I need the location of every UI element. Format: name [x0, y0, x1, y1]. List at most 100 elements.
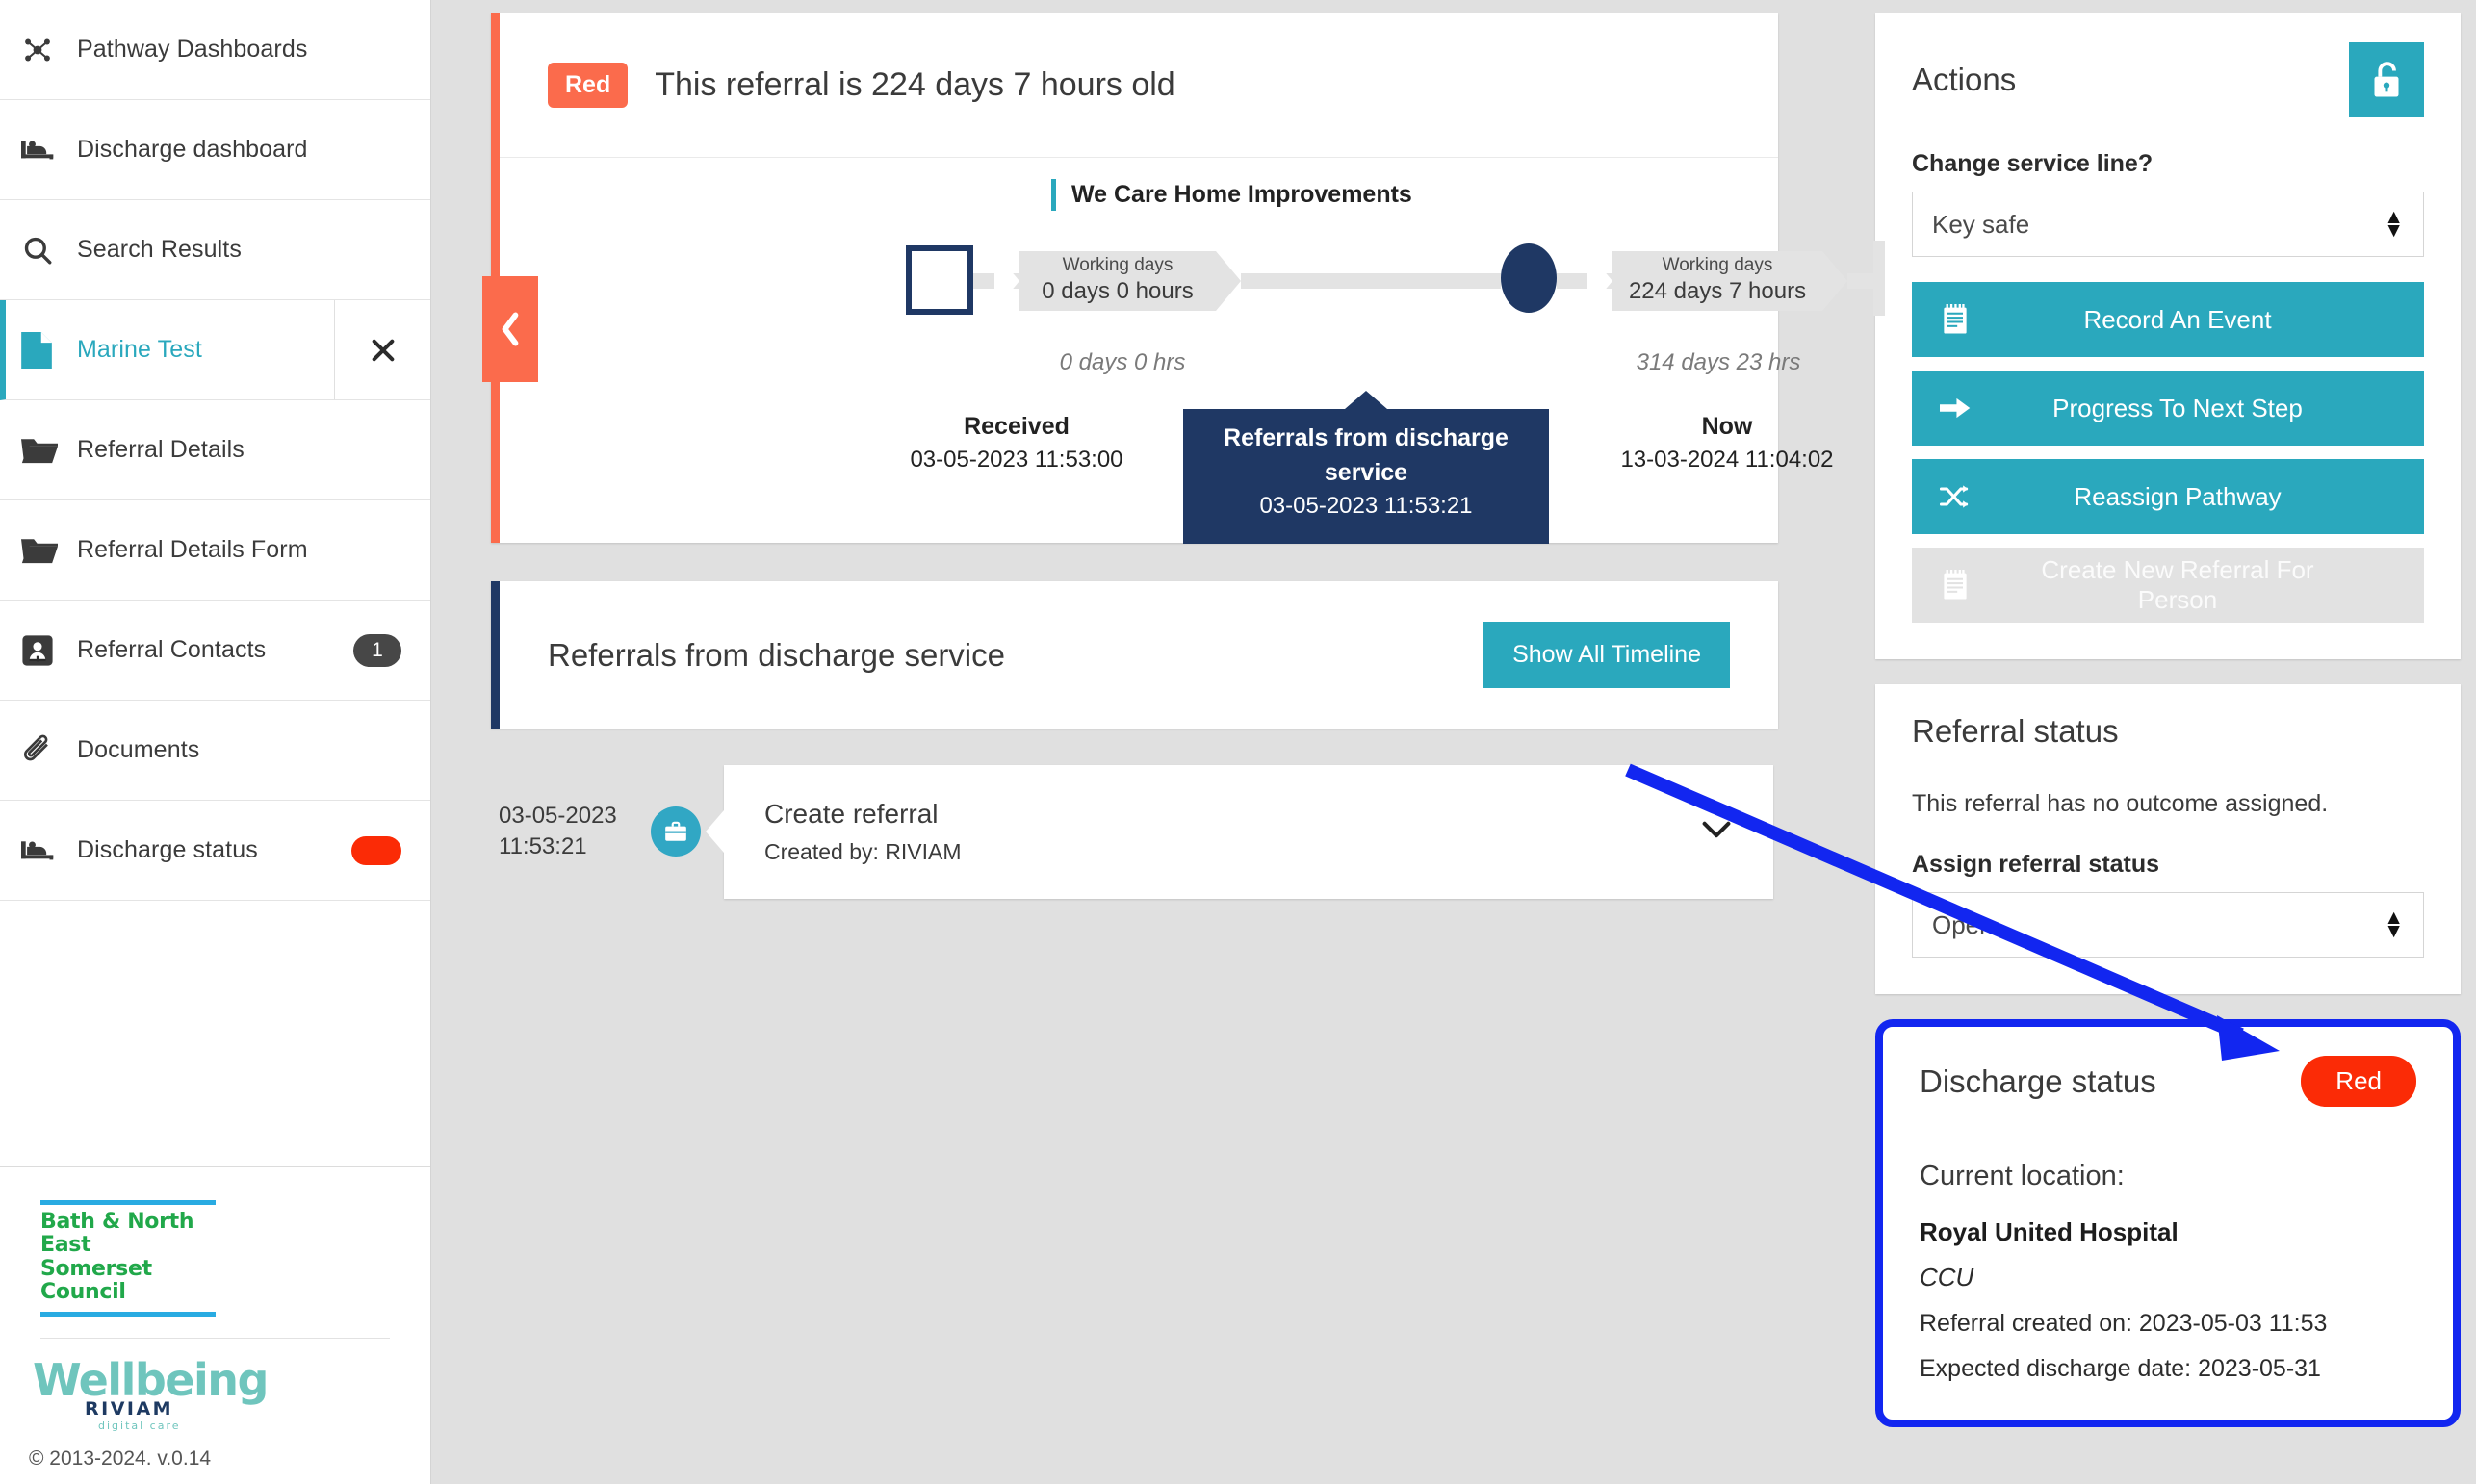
referral-timeline-card: Red This referral is 224 days 7 hours ol…: [491, 13, 1778, 543]
collapse-sidebar-handle[interactable]: [482, 276, 538, 382]
sidebar-nav: Pathway Dashboards Discharge dashboard: [0, 0, 430, 901]
referral-outcome-text: This referral has no outcome assigned.: [1912, 790, 2424, 818]
timeline-step-caption: Working days: [1063, 255, 1174, 277]
actions-panel-inner: Actions Change service line? Ke: [1875, 13, 2461, 659]
event-content: Create referral Created by: RIVIAM: [764, 794, 962, 870]
sidebar-item-referral-details-form[interactable]: Referral Details Form: [0, 500, 430, 601]
unlock-icon[interactable]: [2349, 42, 2424, 117]
show-all-timeline-button[interactable]: Show All Timeline: [1483, 622, 1730, 688]
search-icon: [21, 234, 77, 267]
discharge-status-title: Discharge status: [1920, 1063, 2156, 1100]
sidebar-item-discharge-dashboard[interactable]: Discharge dashboard: [0, 100, 430, 200]
timeline-graphic: Working days 0 days 0 hours Working days…: [500, 245, 1778, 534]
timeline-step-2: Working days 224 days 7 hours: [1612, 251, 1822, 311]
status-badge: Red: [548, 63, 628, 108]
sidebar: Pathway Dashboards Discharge dashboard: [0, 0, 431, 1484]
event-title: Create referral: [764, 794, 962, 834]
timeline-end-marker: [1873, 241, 1885, 316]
milestone-title: Now: [1568, 409, 1886, 444]
change-service-line-select[interactable]: Key safe ▲▼: [1912, 192, 2424, 257]
sidebar-spacer: [0, 901, 430, 1167]
referral-status-inner: Referral status This referral has no out…: [1875, 684, 2461, 994]
timeline-step-value: 224 days 7 hours: [1629, 277, 1806, 306]
shuffle-icon: [1912, 483, 1999, 510]
assign-referral-status-select[interactable]: Open ▲▼: [1912, 892, 2424, 958]
chevron-down-icon[interactable]: [1700, 818, 1733, 846]
sidebar-item-label: Discharge status: [77, 836, 258, 864]
timeline-current-marker: [1501, 243, 1557, 313]
wellbeing-riviam-logo: Wellbeing RIVIAM digital care: [33, 1358, 430, 1432]
bnes-logo-line-1: Bath & North East: [40, 1211, 216, 1258]
sidebar-item-marine-test-row: Marine Test: [0, 300, 430, 400]
current-location-label: Current location:: [1920, 1161, 2416, 1192]
action-button-label: Create New Referral For Person: [1999, 555, 2424, 615]
timeline-connector: [1241, 273, 1501, 289]
copyright-text: © 2013-2024. v.0.14: [29, 1447, 430, 1471]
sidebar-item-documents[interactable]: Documents: [0, 701, 430, 801]
referral-age-text: This referral is 224 days 7 hours old: [655, 66, 1174, 104]
record-an-event-button[interactable]: Record An Event: [1912, 282, 2424, 357]
center-column: Red This referral is 224 days 7 hours ol…: [431, 0, 1860, 1484]
sidebar-item-label: Referral Details: [77, 436, 245, 464]
timeline-step-1: Working days 0 days 0 hours: [1019, 251, 1216, 311]
timeline-body: We Care Home Improvements Working days 0…: [500, 158, 1778, 543]
timeline-elapsed-1: 0 days 0 hrs: [1031, 349, 1214, 376]
action-button-label: Reassign Pathway: [1999, 482, 2424, 512]
bnes-council-logo: Bath & North East Somerset Council: [40, 1200, 216, 1318]
sidebar-item-pathway-dashboards[interactable]: Pathway Dashboards: [0, 0, 430, 100]
contacts-icon: [21, 634, 77, 667]
assign-referral-status-label: Assign referral status: [1912, 851, 2424, 879]
ward-name: CCU: [1920, 1263, 2416, 1292]
folder-icon: [21, 436, 77, 465]
referral-status-title: Referral status: [1912, 713, 2424, 750]
referral-created-on: Referral created on: 2023-05-03 11:53: [1920, 1310, 2416, 1338]
close-icon: [370, 337, 397, 364]
note-icon: [1912, 570, 1999, 601]
sidebar-item-referral-details[interactable]: Referral Details: [0, 400, 430, 500]
timeline-milestone-current: Referrals from discharge service 03-05-2…: [1183, 409, 1549, 544]
sidebar-item-label: Referral Details Form: [77, 536, 308, 564]
sidebar-item-label: Documents: [77, 736, 199, 764]
bed-icon: [21, 834, 77, 867]
section-title: Referrals from discharge service: [548, 637, 1005, 674]
sidebar-item-marine-test[interactable]: Marine Test: [0, 300, 334, 400]
sidebar-item-label: Pathway Dashboards: [77, 36, 307, 64]
event-date: 03-05-2023: [499, 801, 633, 832]
discharge-status-panel: Discharge status Red Current location: R…: [1875, 1019, 2461, 1427]
timeline-start-marker: [906, 245, 973, 315]
milestone-datetime: 03-05-2023 11:53:00: [867, 444, 1166, 476]
action-button-label: Progress To Next Step: [1999, 394, 2424, 423]
create-new-referral-button: Create New Referral For Person: [1912, 548, 2424, 623]
referral-contacts-badge: 1: [353, 634, 401, 667]
event-timestamp: 03-05-2023 11:53:21: [499, 801, 633, 863]
reassign-pathway-button[interactable]: Reassign Pathway: [1912, 459, 2424, 534]
milestone-title: Received: [867, 409, 1166, 444]
progress-to-next-step-button[interactable]: Progress To Next Step: [1912, 371, 2424, 446]
change-service-line-value: Key safe: [1932, 210, 2029, 240]
milestone-title: Referrals from discharge service: [1199, 421, 1534, 491]
app-root: Pathway Dashboards Discharge dashboard: [0, 0, 2476, 1484]
chevron-updown-icon: ▲▼: [2384, 911, 2404, 939]
briefcase-icon: [651, 806, 701, 857]
timeline-header: Red This referral is 224 days 7 hours ol…: [500, 13, 1778, 158]
milestone-datetime: 03-05-2023 11:53:21: [1199, 490, 1534, 523]
sidebar-item-referral-contacts[interactable]: Referral Contacts 1: [0, 601, 430, 701]
note-icon: [1912, 304, 1999, 335]
bed-icon: [21, 134, 77, 166]
expected-discharge-date: Expected discharge date: 2023-05-31: [1920, 1355, 2416, 1383]
milestone-datetime: 13-03-2024 11:04:02: [1568, 444, 1886, 476]
wellbeing-wordmark: Wellbeing: [33, 1358, 430, 1402]
change-service-line-label: Change service line?: [1912, 150, 2424, 178]
actions-panel-header: Actions: [1912, 42, 2424, 117]
service-line-name: We Care Home Improvements: [1051, 179, 1778, 211]
event-time: 11:53:21: [499, 832, 633, 862]
close-tab-button[interactable]: [334, 300, 430, 400]
sidebar-item-label: Marine Test: [77, 336, 202, 364]
chevron-updown-icon: ▲▼: [2384, 211, 2404, 239]
referral-status-panel: Referral status This referral has no out…: [1875, 684, 2461, 994]
event-subtitle: Created by: RIVIAM: [764, 834, 962, 870]
paperclip-icon: [21, 734, 77, 767]
sidebar-item-search-results[interactable]: Search Results: [0, 200, 430, 300]
event-card[interactable]: Create referral Created by: RIVIAM: [724, 765, 1773, 899]
sidebar-item-discharge-status[interactable]: Discharge status: [0, 801, 430, 901]
